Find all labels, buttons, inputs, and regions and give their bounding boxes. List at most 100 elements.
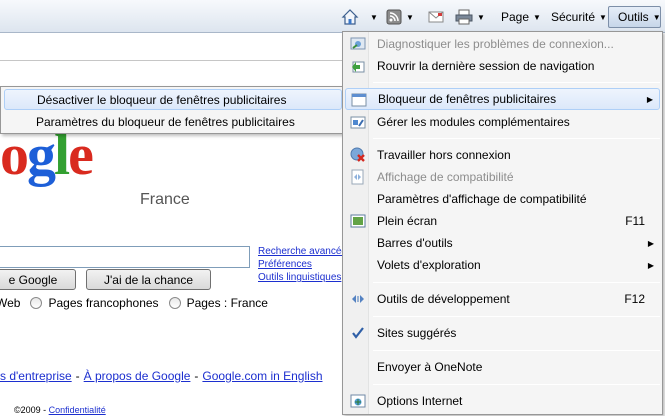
google-logo: ogle <box>0 122 94 187</box>
menu-item-popup-blocker[interactable]: Bloqueur de fenêtres publicitaires ▶ <box>345 88 660 110</box>
footer-links: s d'entreprise - À propos de Google - Google… <box>0 369 323 383</box>
page-menu-label: Page <box>501 10 530 24</box>
shortcut-label: F11 <box>625 214 645 228</box>
menu-item-label: Gérer les modules complémentaires <box>377 115 570 129</box>
menu-separator <box>373 316 660 317</box>
page-top-area <box>0 34 345 61</box>
privacy-link[interactable]: Confidentialité <box>49 405 106 415</box>
popup-blocker-icon <box>351 93 367 107</box>
security-menu-button[interactable]: Sécurité ▼ <box>551 6 607 28</box>
menu-item-label: Affichage de compatibilité <box>377 170 514 184</box>
google-search-button[interactable]: e Google <box>0 269 76 290</box>
popup-blocker-submenu: Désactiver le bloqueur de fenêtres publi… <box>0 86 345 134</box>
lucky-button[interactable]: J'ai de la chance <box>86 269 211 290</box>
caret-down-icon: ▼ <box>533 12 541 22</box>
shortcut-label: F12 <box>624 292 645 306</box>
reopen-session-icon <box>352 61 365 73</box>
search-scope-radios: Web Pages francophones Pages : France <box>0 296 268 310</box>
radio-francophone[interactable] <box>30 297 43 309</box>
home-button[interactable] <box>341 6 361 28</box>
menu-item-compat-view[interactable]: Affichage de compatibilité <box>345 166 660 188</box>
about-link[interactable]: À propos de Google <box>84 369 191 383</box>
menu-item-suggested-sites[interactable]: Sites suggérés <box>345 322 660 344</box>
menu-item-label: Paramètres d'affichage de compatibilité <box>377 192 587 206</box>
menu-item-label: Désactiver le bloqueur de fenêtres publi… <box>37 92 287 107</box>
offline-icon <box>350 147 365 162</box>
fullscreen-icon <box>350 214 366 228</box>
tools-menu-button[interactable]: Outils ▼ <box>608 6 661 28</box>
radio-label-web: Web <box>0 296 21 310</box>
disable-popup-blocker-item[interactable]: Désactiver le bloqueur de fenêtres publi… <box>4 89 342 110</box>
caret-down-icon: ▼ <box>652 12 661 22</box>
submenu-arrow-icon: ▶ <box>646 94 653 104</box>
menu-item-toolbars[interactable]: Barres d'outils ▶ <box>345 232 660 254</box>
side-links: Recherche avancée Préférences Outils lin… <box>258 245 347 284</box>
menu-item-label: Plein écran <box>377 214 438 228</box>
feed-icon <box>386 9 402 25</box>
submenu-arrow-icon: ▶ <box>647 238 654 248</box>
menu-item-explorer-bars[interactable]: Volets d'exploration ▶ <box>345 254 660 276</box>
dev-tools-icon <box>352 295 364 303</box>
menu-item-dev-tools[interactable]: Outils de développement F12 <box>345 288 660 310</box>
caret-down-icon: ▼ <box>370 12 378 22</box>
menu-item-label: Diagnostiquer les problèmes de connexion… <box>377 37 614 51</box>
search-input[interactable] <box>0 246 250 268</box>
menu-separator <box>373 282 660 283</box>
menu-item-compat-settings[interactable]: Paramètres d'affichage de compatibilité <box>345 188 660 210</box>
submenu-arrow-icon: ▶ <box>647 260 654 270</box>
checkmark-icon <box>352 327 364 339</box>
caret-down-icon: ▼ <box>406 12 414 22</box>
security-menu-label: Sécurité <box>551 10 596 24</box>
menu-item-label: Barres d'outils <box>377 236 453 250</box>
menu-item-reopen-session[interactable]: Rouvrir la dernière session de navigatio… <box>345 55 660 77</box>
internet-options-icon <box>350 394 366 408</box>
preferences-link[interactable]: Préférences <box>258 258 347 271</box>
copyright-text: ©2009 - <box>14 405 49 415</box>
mail-icon <box>428 11 444 23</box>
radio-label-francophone: Pages francophones <box>48 296 159 310</box>
menu-item-onenote[interactable]: Envoyer à OneNote <box>345 356 660 378</box>
mail-button[interactable] <box>428 6 444 28</box>
menu-item-label: Travailler hors connexion <box>377 148 511 162</box>
popup-blocker-settings-item[interactable]: Paramètres du bloqueur de fenêtres publi… <box>4 111 342 132</box>
caret-down-icon: ▼ <box>477 12 485 22</box>
menu-item-diagnose[interactable]: Diagnostiquer les problèmes de connexion… <box>345 33 660 55</box>
menu-item-label: Envoyer à OneNote <box>377 360 483 374</box>
feeds-button[interactable]: ▼ <box>386 6 414 28</box>
logo-country: France <box>140 191 190 208</box>
print-button[interactable]: ▼ <box>455 6 485 28</box>
menu-item-label: Rouvrir la dernière session de navigatio… <box>377 59 595 73</box>
home-icon <box>341 9 359 25</box>
addons-icon <box>350 116 366 129</box>
home-dropdown[interactable]: ▼ <box>366 6 378 28</box>
diagnose-icon <box>350 37 366 50</box>
caret-down-icon: ▼ <box>599 12 607 22</box>
menu-item-label: Paramètres du bloqueur de fenêtres publi… <box>36 114 295 129</box>
advanced-search-link[interactable]: Recherche avancée <box>258 245 347 258</box>
menu-item-label: Outils de développement <box>377 292 510 306</box>
menu-item-label: Sites suggérés <box>377 326 457 340</box>
menu-separator <box>373 82 660 83</box>
compat-view-icon <box>351 169 364 185</box>
tools-menu: Diagnostiquer les problèmes de connexion… <box>342 31 663 415</box>
menu-separator <box>373 384 660 385</box>
menu-item-label: Options Internet <box>377 394 463 408</box>
radio-france[interactable] <box>168 297 181 309</box>
menu-item-internet-options[interactable]: Options Internet <box>345 390 660 412</box>
google-com-link[interactable]: Google.com in English <box>202 369 322 383</box>
menu-separator <box>373 350 660 351</box>
menu-item-offline[interactable]: Travailler hors connexion <box>345 144 660 166</box>
business-link[interactable]: s d'entreprise <box>0 369 72 383</box>
menu-item-label: Bloqueur de fenêtres publicitaires <box>378 92 557 106</box>
copyright: ©2009 - Confidentialité <box>14 405 106 415</box>
language-tools-link[interactable]: Outils linguistiques <box>258 271 347 284</box>
page-menu-button[interactable]: Page ▼ <box>501 6 541 28</box>
radio-label-france: Pages : France <box>186 296 268 310</box>
menu-separator <box>373 138 660 139</box>
menu-item-addons[interactable]: Gérer les modules complémentaires <box>345 111 660 133</box>
tools-menu-label: Outils <box>618 10 649 24</box>
menu-item-label: Volets d'exploration <box>377 258 481 272</box>
printer-icon <box>455 9 473 25</box>
menu-item-fullscreen[interactable]: Plein écran F11 <box>345 210 660 232</box>
command-bar: ▼ ▼ ▼ Page ▼ Sécurité ▼ Outils ▼ <box>0 0 665 33</box>
